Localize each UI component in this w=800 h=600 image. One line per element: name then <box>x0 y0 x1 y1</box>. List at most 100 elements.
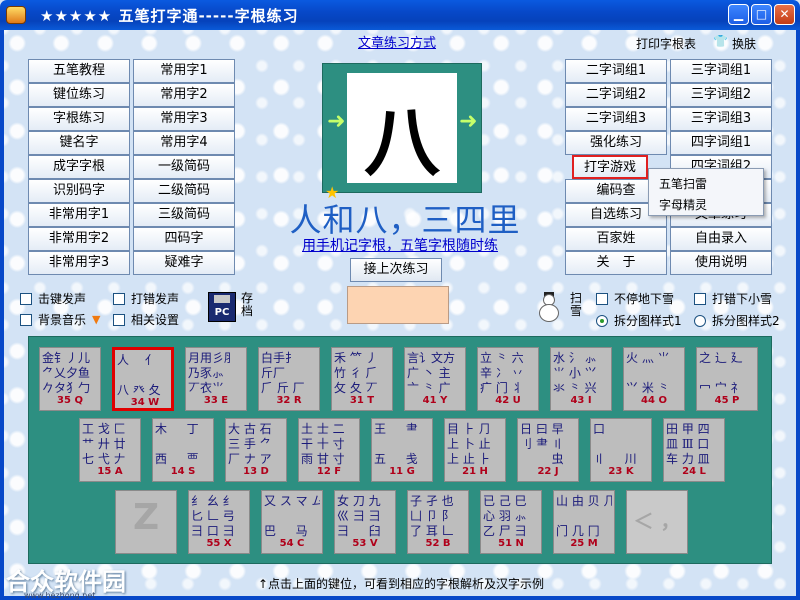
miss-sound-option[interactable]: 打错发声 <box>113 290 179 307</box>
mobile-tagline-link[interactable]: 用手机记字根，五笔字根随时练 <box>290 235 510 255</box>
right-button-8-1[interactable]: 使用说明 <box>670 251 772 275</box>
right-button-3-0[interactable]: 强化练习 <box>565 131 667 155</box>
key-code-label: 23 K <box>608 466 634 477</box>
right-button-4-0[interactable]: 打字游戏 <box>572 155 648 179</box>
maximize-button[interactable]: □ <box>751 4 772 25</box>
split-style-2-radio[interactable] <box>694 314 706 327</box>
key-row1-9[interactable]: 之 辶 廴 冖 宀 礻 45 P <box>696 347 758 411</box>
left-button-2-0[interactable]: 字根练习 <box>28 107 130 131</box>
left-button-3-1[interactable]: 常用字4 <box>133 131 235 155</box>
right-button-0-0[interactable]: 二字词组1 <box>565 59 667 83</box>
key-code-label: 12 F <box>316 466 342 477</box>
key-row1-3[interactable]: 白手扌 斤厂 ⺁ 斤 厂 32 R <box>258 347 320 411</box>
left-button-7-0[interactable]: 非常用字2 <box>28 227 130 251</box>
prev-arrow-icon[interactable]: ➜ <box>327 109 345 134</box>
miss-sound-checkbox[interactable] <box>113 292 125 305</box>
key-row2-1[interactable]: 木 丁 西 覀 14 S <box>152 418 214 482</box>
key-row2-5[interactable]: 目 ⺊ ⺆ 上 卜 止 上 止 ⺊ 21 H <box>444 418 506 482</box>
key-row3-6[interactable]: 山 由 贝 几 门 几 冂 25 M <box>553 490 615 554</box>
print-roots-link[interactable]: 打印字根表 <box>636 35 696 52</box>
key-row3-2[interactable]: 又 ス マ ム 巴 马 54 C <box>261 490 323 554</box>
key-row1-1[interactable]: 人 亻 八 癶 夂 34 W <box>112 347 174 411</box>
right-button-1-1[interactable]: 三字词组2 <box>670 83 772 107</box>
article-practice-link[interactable]: 文章练习方式 <box>358 32 436 51</box>
right-button-8-0[interactable]: 关 于 <box>565 251 667 275</box>
miss-small-snow-checkbox[interactable] <box>694 292 706 305</box>
key-row1-0[interactable]: 金钅丿儿 ⺈乂夕鱼 𠂊タ犭勹 35 Q <box>39 347 101 411</box>
left-button-0-0[interactable]: 五笔教程 <box>28 59 130 83</box>
split-style-1-radio[interactable] <box>596 314 608 327</box>
dropdown-triangle-icon[interactable]: ▼ <box>92 313 100 326</box>
key-row2-2[interactable]: 大 古 石 三 手 ⺈ 厂 ナ ア 13 D <box>225 418 287 482</box>
shirt-icon[interactable]: 👕 <box>713 34 728 48</box>
right-button-2-0[interactable]: 二字词组3 <box>565 107 667 131</box>
key-row1-2[interactable]: 月用彡⺼ 乃豕⺗ 丆衣⺌ 33 E <box>185 347 247 411</box>
no-stop-snow-checkbox[interactable] <box>596 292 608 305</box>
left-button-1-1[interactable]: 常用字2 <box>133 83 235 107</box>
left-button-5-0[interactable]: 识别码字 <box>28 179 130 203</box>
next-arrow-icon[interactable]: ➜ <box>459 109 477 134</box>
right-button-1-0[interactable]: 二字词组2 <box>565 83 667 107</box>
key-row1-8[interactable]: 火 灬 ⺌ ⺍ 米 ⺀ 44 O <box>623 347 685 411</box>
key-row2-6[interactable]: 日 曰 早 刂 ⺻ 〢 虫 22 J <box>517 418 579 482</box>
key-row2-7[interactable]: 口 〢 川 23 K <box>590 418 652 482</box>
popup-item-minesweeper[interactable]: 五笔扫雷 <box>659 175 707 192</box>
key-code-label: 13 D <box>243 466 269 477</box>
key-root-glyphs: 人 亻 八 癶 夂 <box>117 353 161 397</box>
input-display-box[interactable] <box>347 286 449 324</box>
left-button-1-0[interactable]: 键位练习 <box>28 83 130 107</box>
right-button-0-1[interactable]: 三字词组1 <box>670 59 772 83</box>
snowman-icon[interactable] <box>536 292 562 322</box>
left-button-3-0[interactable]: 键名字 <box>28 131 130 155</box>
right-button-7-0[interactable]: 百家姓 <box>565 227 667 251</box>
left-button-4-1[interactable]: 一级简码 <box>133 155 235 179</box>
resume-button[interactable]: 接上次练习 <box>350 258 442 282</box>
key-sound-option[interactable]: 击键发声 <box>20 290 86 307</box>
key-root-glyphs: 言讠文方 广 丶 主 亠 ⺀ 广 <box>407 351 456 395</box>
right-button-3-1[interactable]: 四字词组1 <box>670 131 772 155</box>
key-row3-0[interactable]: Z <box>115 490 177 554</box>
left-button-6-0[interactable]: 非常用字1 <box>28 203 130 227</box>
left-button-0-1[interactable]: 常用字1 <box>133 59 235 83</box>
split-style-1-option[interactable]: 拆分图样式1 <box>596 312 682 329</box>
left-button-5-1[interactable]: 二级简码 <box>133 179 235 203</box>
key-row3-1[interactable]: 纟 幺 纟 匕 𠃊 弓 ⺕ 口 ⺕ 55 X <box>188 490 250 554</box>
key-row3-3[interactable]: 女 刀 九 巛 ⺕ 彐 彐 臼 53 V <box>334 490 396 554</box>
key-row2-0[interactable]: 工 戈 匚 艹 廾 廿 七 弋 𠂇 15 A <box>79 418 141 482</box>
no-stop-snow-option[interactable]: 不停地下雪 <box>596 290 674 307</box>
settings-option[interactable]: 相关设置 <box>113 311 179 328</box>
close-button[interactable]: ✕ <box>774 4 795 25</box>
settings-checkbox[interactable] <box>113 313 125 326</box>
key-code-label: 24 L <box>682 466 706 477</box>
key-row3-5[interactable]: 已 己 巳 心 羽 ⺗ 乙 尸 ⺕ 51 N <box>480 490 542 554</box>
save-label[interactable]: 存档 <box>241 292 255 318</box>
key-row1-4[interactable]: 禾 ⺮ 丿 竹 彳 ⺁ 攵 夂 丆 31 T <box>331 347 393 411</box>
popup-item-letter-sprite[interactable]: 字母精灵 <box>659 196 707 213</box>
left-button-2-1[interactable]: 常用字3 <box>133 107 235 131</box>
left-button-7-1[interactable]: 四码字 <box>133 227 235 251</box>
left-button-8-1[interactable]: 疑难字 <box>133 251 235 275</box>
app-icon[interactable] <box>6 6 26 24</box>
key-row2-8[interactable]: 田 甲 四 皿 Ⅲ 口 车 力 皿 24 L <box>663 418 725 482</box>
snow-label[interactable]: 扫雪 <box>570 292 584 318</box>
key-row1-6[interactable]: 立 ⺀ 六 辛 冫 丷 疒 门 丬 42 U <box>477 347 539 411</box>
miss-small-snow-option[interactable]: 打错下小雪 <box>694 290 772 307</box>
minimize-button[interactable]: ▁ <box>728 4 749 25</box>
key-row1-7[interactable]: 水 氵 ⺗ ⺌ 小 ⺍ 氺 ⺀ 兴 43 I <box>550 347 612 411</box>
change-skin-link[interactable]: 换肤 <box>732 35 756 52</box>
right-button-2-1[interactable]: 三字词组3 <box>670 107 772 131</box>
key-row2-3[interactable]: 土 士 二 干 十 寸 雨 甘 寸 12 F <box>298 418 360 482</box>
bg-music-option[interactable]: 背景音乐 ▼ <box>20 311 100 328</box>
right-button-7-1[interactable]: 自由录入 <box>670 227 772 251</box>
bg-music-checkbox[interactable] <box>20 313 32 326</box>
key-row1-5[interactable]: 言讠文方 广 丶 主 亠 ⺀ 广 41 Y <box>404 347 466 411</box>
left-button-4-0[interactable]: 成字字根 <box>28 155 130 179</box>
key-row3-7[interactable]: ＜ ， <box>626 490 688 554</box>
floppy-pc-icon[interactable]: PC <box>208 292 236 322</box>
split-style-2-option[interactable]: 拆分图样式2 <box>694 312 780 329</box>
key-sound-checkbox[interactable] <box>20 292 32 305</box>
left-button-6-1[interactable]: 三级简码 <box>133 203 235 227</box>
key-row2-4[interactable]: 王 ⺻ 五 戋 11 G <box>371 418 433 482</box>
left-button-8-0[interactable]: 非常用字3 <box>28 251 130 275</box>
key-row3-4[interactable]: 子 孑 也 凵 卩 阝 了 耳 𠃊 52 B <box>407 490 469 554</box>
